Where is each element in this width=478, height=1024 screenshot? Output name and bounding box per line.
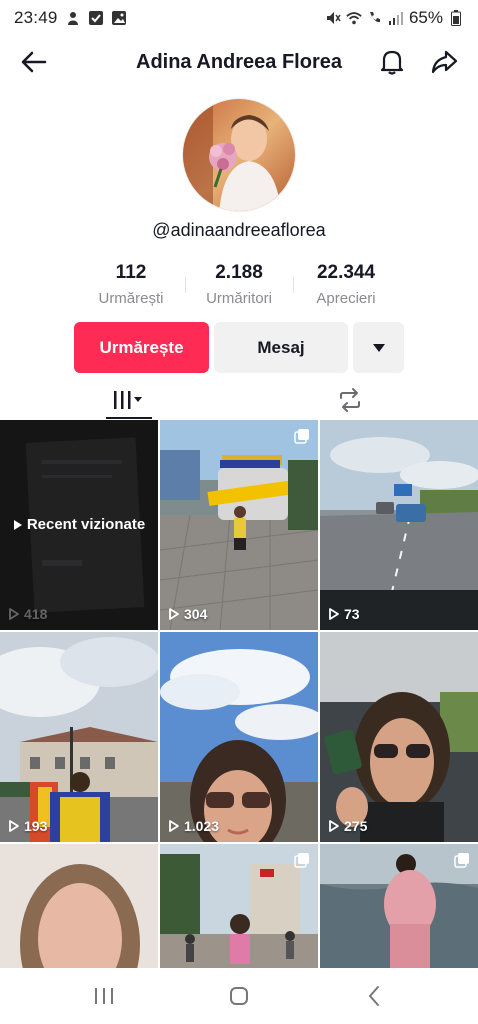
username: @adinaandreeaflorea (152, 220, 326, 240)
view-count-value: 304 (184, 606, 208, 622)
share-button[interactable] (428, 45, 460, 79)
multi-image-icon (294, 429, 309, 444)
following-count: 112 (115, 262, 147, 283)
view-count: 418 (8, 606, 47, 622)
view-count-value: 73 (344, 606, 360, 622)
follow-button[interactable]: Urmărește (74, 322, 209, 373)
more-options-button[interactable] (353, 322, 404, 373)
back-icon (368, 986, 379, 1006)
profile-header: Adina Andreea Florea (0, 40, 478, 84)
view-count: 73 (328, 606, 360, 622)
video-tile[interactable]: 1.023 (160, 632, 318, 842)
view-count-value: 193 (24, 818, 48, 834)
system-nav-bar (0, 968, 478, 1024)
gallery-notification-icon (111, 10, 127, 26)
likes-count: 22.344 (316, 262, 376, 283)
notifications-button[interactable] (376, 45, 408, 79)
home-button[interactable] (224, 982, 254, 1010)
avatar-photo (183, 99, 295, 211)
back-button[interactable] (18, 46, 50, 78)
recently-viewed-label: Recent vizionate (0, 516, 158, 533)
video-tile[interactable] (160, 844, 318, 968)
video-thumbnail (160, 420, 318, 630)
tab-reposts[interactable] (330, 380, 370, 420)
view-count: 275 (328, 818, 367, 834)
likes-stat[interactable]: 22.344 Aprecieri (291, 262, 401, 307)
video-thumbnail (320, 420, 478, 630)
view-count-value: 275 (344, 818, 368, 834)
mute-icon (325, 10, 341, 26)
battery-icon (448, 10, 464, 26)
videos-grid-icon (114, 391, 142, 409)
home-icon (230, 987, 248, 1005)
view-count-value: 418 (24, 606, 48, 622)
caret-down-icon (372, 343, 385, 352)
wifi-icon (346, 10, 362, 26)
play-outline-icon (9, 820, 19, 832)
recent-apps-icon (95, 988, 113, 1004)
back-arrow-icon (21, 51, 47, 73)
play-outline-icon (9, 608, 19, 620)
video-grid: Recent vizionate 418 304 73 193 1.023 27… (0, 420, 478, 968)
followers-count: 2.188 (215, 262, 263, 283)
status-right: 65% (325, 8, 464, 28)
video-thumbnail (0, 632, 158, 842)
view-count-value: 1.023 (184, 818, 220, 834)
repost-icon (340, 388, 360, 412)
multi-image-icon (294, 853, 309, 868)
following-label: Urmărești (98, 290, 164, 307)
multi-image-icon (454, 853, 469, 868)
play-outline-icon (169, 820, 179, 832)
battery-percent: 65% (408, 8, 443, 27)
avatar[interactable] (182, 98, 296, 212)
back-nav-button[interactable] (359, 982, 389, 1010)
view-count: 193 (8, 818, 47, 834)
video-tile[interactable]: Recent vizionate 418 (0, 420, 158, 630)
play-outline-icon (329, 820, 339, 832)
video-tile[interactable] (0, 844, 158, 968)
video-tile[interactable]: 193 (0, 632, 158, 842)
share-icon (431, 50, 458, 74)
play-icon (13, 519, 22, 530)
play-outline-icon (169, 608, 179, 620)
profile-tabs (0, 380, 478, 420)
active-tab-indicator (106, 417, 152, 419)
video-tile[interactable]: 275 (320, 632, 478, 842)
video-tile[interactable] (320, 844, 478, 968)
status-bar: 23:49 65% (0, 0, 478, 36)
view-count: 304 (168, 606, 207, 622)
video-thumbnail (160, 632, 318, 842)
status-left: 23:49 (14, 8, 127, 28)
view-count: 1.023 (168, 818, 219, 834)
bell-icon (380, 50, 404, 75)
followers-stat[interactable]: 2.188 Urmăritori (184, 262, 294, 307)
play-outline-icon (329, 608, 339, 620)
recent-apps-button[interactable] (89, 982, 119, 1010)
followers-label: Urmăritori (206, 290, 272, 307)
following-stat[interactable]: 112 Urmărești (76, 262, 186, 307)
likes-label: Aprecieri (316, 290, 376, 307)
video-thumbnail (320, 632, 478, 842)
status-time: 23:49 (14, 8, 58, 27)
notification-app-icon (65, 10, 81, 26)
video-tile[interactable]: 304 (160, 420, 318, 630)
recently-viewed-text: Recent vizionate (26, 516, 146, 533)
video-thumbnail (0, 844, 158, 968)
profile-stats: 112 Urmărești 2.188 Urmăritori 22.344 Ap… (0, 262, 478, 312)
message-button[interactable]: Mesaj (214, 322, 348, 373)
tab-videos[interactable] (104, 380, 154, 420)
wifi-calling-icon (367, 10, 383, 26)
video-tile[interactable]: 73 (320, 420, 478, 630)
checkbox-notification-icon (88, 10, 104, 26)
signal-icon (388, 10, 404, 26)
